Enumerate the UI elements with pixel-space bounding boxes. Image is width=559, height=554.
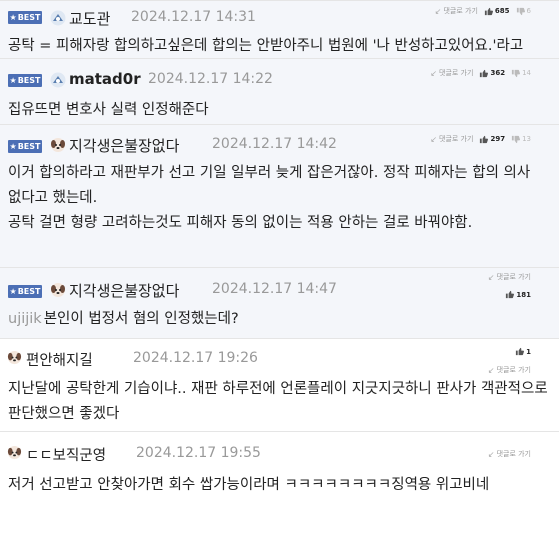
comment-list: ★BEST 교도관 2024.12.17 14:31 ↙ 댓글로 가기 685 6…	[0, 0, 559, 554]
comment-item: ★BEST 지각생은불장없다 2024.12.17 14:47 ↙ 댓글로 가기 …	[0, 268, 559, 339]
comment-text: 저거 선고받고 안찾아가면 회수 쌉가능이라며 ㅋㅋㅋㅋㅋㅋㅋㅋ징역용 위고비네	[8, 477, 490, 493]
downvote-button[interactable]: 6	[516, 7, 531, 16]
comment-item: ★BEST 교도관 2024.12.17 14:31 ↙ 댓글로 가기 685 6…	[0, 1, 559, 79]
comment-item: 편안해지길 2024.12.17 19:26 1 ↙ 댓글로 가기 지난달에 공탁…	[0, 339, 559, 432]
reply-link[interactable]: ↙ 댓글로 가기	[488, 365, 531, 375]
reply-label: 댓글로 가기	[439, 69, 474, 77]
comment-text-line: 공탁 걸면 형량 고려하는것도 피해자 동의 없이는 적용 안하는 걸로 바꿔야…	[8, 215, 473, 231]
downvote-count: 13	[522, 135, 531, 143]
reply-link[interactable]: ↙ 댓글로 가기	[430, 134, 473, 144]
comment-item: ★BEST matad0r 2024.12.17 14:22 ↙ 댓글로 가기 3…	[0, 59, 559, 125]
star-icon: ★	[9, 287, 17, 296]
upvote-button[interactable]: 1	[515, 347, 531, 356]
comment-nickname[interactable]: 지각생은불장없다	[69, 135, 179, 156]
comment-date: 2024.12.17 19:55	[136, 445, 261, 461]
comment-text: 이거 합의하라고 재판부가 선고 기일 일부러 늦게 잡은거잖아. 정작 피해자…	[0, 161, 559, 246]
downvote-count: 6	[526, 7, 531, 15]
thumbs-up-icon	[484, 7, 493, 15]
best-badge-label: BEST	[17, 76, 41, 85]
downvote-button[interactable]: 13	[511, 135, 531, 144]
comment-item: ㄷㄷ보직군영 2024.12.17 19:55 ↙ 댓글로 가기 저거 선고받고 …	[0, 432, 559, 515]
thumbs-up-icon	[480, 135, 489, 143]
thumbs-down-icon	[511, 69, 521, 77]
comment-nickname[interactable]: 편안해지길	[26, 349, 93, 370]
reply-label: 댓글로 가기	[496, 450, 531, 458]
comment-text-content: 본인이 법정서 혐의 인정했는데?	[43, 311, 239, 327]
downvote-button[interactable]: 14	[511, 69, 531, 78]
comment-text: ujijik 본인이 법정서 혐의 인정했는데?	[0, 307, 559, 342]
user-avatar-icon[interactable]	[50, 10, 66, 26]
reply-label: 댓글로 가기	[443, 7, 478, 15]
reply-arrow-icon: ↙	[430, 68, 438, 78]
comment-nickname[interactable]: 교도관	[69, 8, 110, 29]
comment-date: 2024.12.17 14:31	[131, 9, 256, 25]
best-badge: ★BEST	[8, 285, 42, 298]
comment-date: 2024.12.17 14:47	[212, 281, 337, 297]
comment-text-line: 이거 합의하라고 재판부가 선고 기일 일부러 늦게 잡은거잖아. 정작 피해자…	[8, 165, 531, 206]
star-icon: ★	[9, 13, 17, 22]
reply-mention[interactable]: ujijik	[8, 311, 42, 327]
thumbs-up-icon	[516, 347, 525, 356]
reply-link[interactable]: ↙ 댓글로 가기	[430, 68, 473, 78]
comment-text: 지난달에 공탁한게 기습이냐.. 재판 하루전에 언론플레이 지긋지긋하니 판사…	[8, 381, 548, 422]
comment-item: ★BEST 지각생은불장없다 2024.12.17 14:42 ↙ 댓글로 가기 …	[0, 125, 559, 268]
reply-link[interactable]: ↙ 댓글로 가기	[435, 6, 478, 16]
best-badge-label: BEST	[17, 287, 41, 296]
star-icon: ★	[9, 76, 17, 85]
upvote-button[interactable]: 362	[479, 69, 505, 78]
reply-label: 댓글로 가기	[496, 273, 531, 281]
upvote-button[interactable]: 181	[505, 290, 531, 299]
reply-arrow-icon: ↙	[487, 365, 495, 375]
reply-arrow-icon: ↙	[434, 6, 442, 16]
best-badge-label: BEST	[17, 142, 41, 151]
puppy-avatar-icon[interactable]	[7, 350, 22, 365]
best-badge: ★BEST	[8, 74, 42, 87]
downvote-count: 14	[522, 69, 531, 77]
reply-label: 댓글로 가기	[439, 135, 474, 143]
comment-nickname[interactable]: ㄷㄷ보직군영	[26, 444, 106, 465]
upvote-count: 1	[526, 347, 531, 356]
comment-date: 2024.12.17 14:22	[148, 71, 273, 87]
best-badge-label: BEST	[17, 13, 41, 22]
upvote-count: 181	[516, 290, 531, 299]
thumbs-up-icon	[506, 290, 515, 299]
reply-arrow-icon: ↙	[487, 272, 495, 282]
upvote-count: 685	[494, 7, 510, 15]
reply-label: 댓글로 가기	[496, 366, 531, 374]
reply-link[interactable]: ↙ 댓글로 가기	[488, 449, 531, 459]
upvote-button[interactable]: 685	[484, 7, 510, 16]
reply-arrow-icon: ↙	[487, 449, 495, 459]
comment-date: 2024.12.17 14:42	[212, 136, 337, 152]
thumbs-up-icon	[480, 69, 489, 77]
puppy-avatar-icon[interactable]	[7, 445, 22, 460]
comment-nickname[interactable]: matad0r	[69, 70, 141, 88]
comment-nickname[interactable]: 지각생은불장없다	[69, 280, 179, 301]
puppy-avatar-icon[interactable]	[50, 282, 66, 298]
upvote-button[interactable]: 297	[479, 135, 505, 144]
best-badge: ★BEST	[8, 140, 42, 153]
upvote-count: 297	[490, 135, 506, 143]
reply-link[interactable]: ↙ 댓글로 가기	[488, 272, 531, 282]
star-icon: ★	[9, 142, 17, 151]
reply-arrow-icon: ↙	[430, 134, 438, 144]
user-avatar-icon[interactable]	[50, 72, 66, 88]
upvote-count: 362	[490, 69, 506, 77]
puppy-avatar-icon[interactable]	[50, 137, 66, 153]
thumbs-down-icon	[511, 135, 521, 143]
thumbs-down-icon	[516, 7, 525, 15]
best-badge: ★BEST	[8, 11, 42, 24]
comment-date: 2024.12.17 19:26	[133, 350, 258, 366]
